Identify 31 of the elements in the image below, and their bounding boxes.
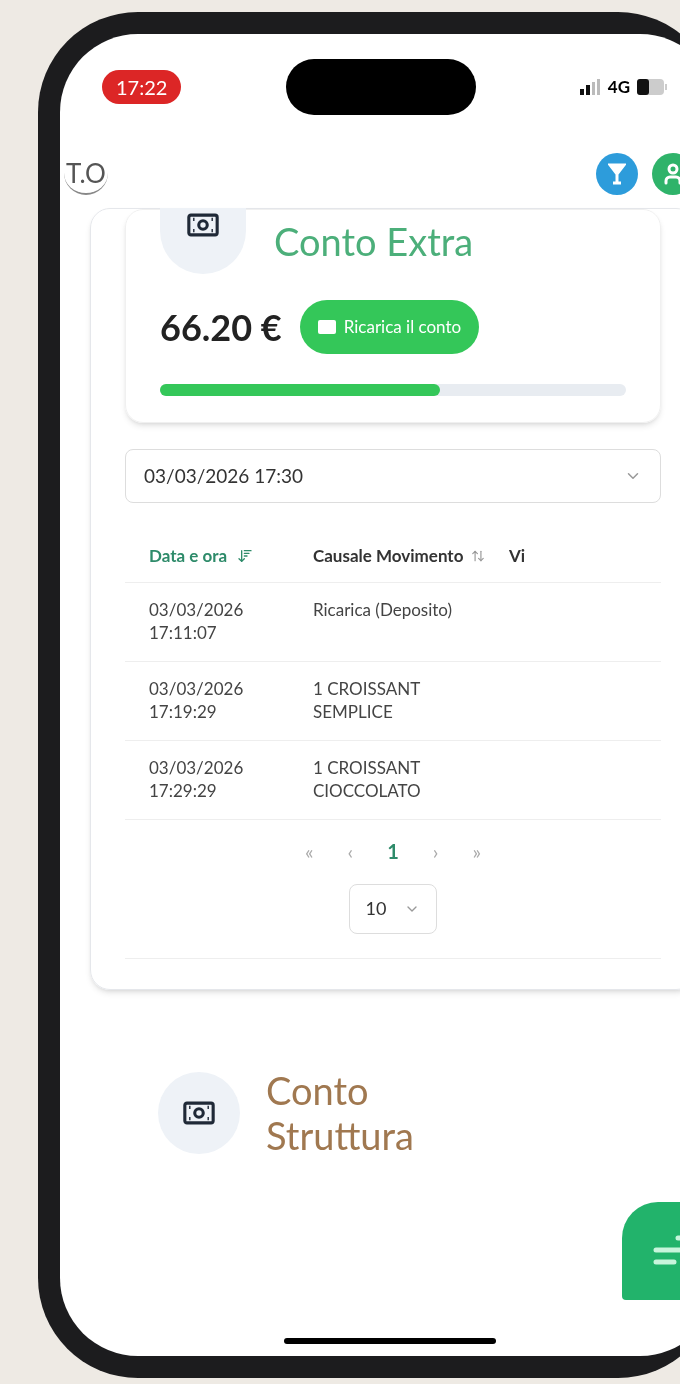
column-header[interactable]: Vi <box>509 545 526 567</box>
time-pill: 17:22 <box>102 70 182 104</box>
signal-icon <box>579 79 602 95</box>
table-cell: Ricarica (Deposito) <box>293 582 499 662</box>
column-header[interactable]: Causale Movimento <box>313 545 464 567</box>
previous-page-button[interactable]: ‹ <box>347 835 354 866</box>
sort-icon <box>471 548 486 563</box>
last-page-button[interactable]: » <box>472 835 482 866</box>
recharge-button[interactable]: Ricarica il conto <box>299 300 480 354</box>
table-cell: 03/03/2026 17:11:07 <box>125 582 293 662</box>
first-page-button[interactable]: « <box>304 835 314 866</box>
table-cell: 03/03/2026 17:29:29 <box>125 740 293 820</box>
account-title: Conto Extra <box>274 216 474 266</box>
network-label: 4G <box>607 75 630 100</box>
column-header[interactable]: Data e ora <box>149 545 229 567</box>
logo[interactable]: T.O <box>64 153 108 195</box>
banknote-icon <box>182 1100 216 1127</box>
table-cell: 03/03/2026 17:19:29 <box>125 661 293 741</box>
table-cell: 1 CROISSANT CIOCCOLATO <box>293 740 499 820</box>
table-cell: 1 CROISSANT SEMPLICE <box>293 661 499 741</box>
page-size-select[interactable]: 10 <box>348 883 438 934</box>
banknote-icon <box>186 212 220 238</box>
battery-icon <box>636 78 668 96</box>
wallet-icon <box>317 320 336 334</box>
page-button[interactable]: 1 <box>387 835 399 866</box>
balance-amount: 66.20 € <box>160 304 282 351</box>
drink-icon[interactable] <box>596 153 638 195</box>
account-title: Conto Struttura <box>266 1067 415 1160</box>
date-select[interactable]: 03/03/2026 17:30 <box>125 449 661 503</box>
sort-icon <box>237 547 253 564</box>
next-page-button[interactable]: › <box>432 835 439 866</box>
